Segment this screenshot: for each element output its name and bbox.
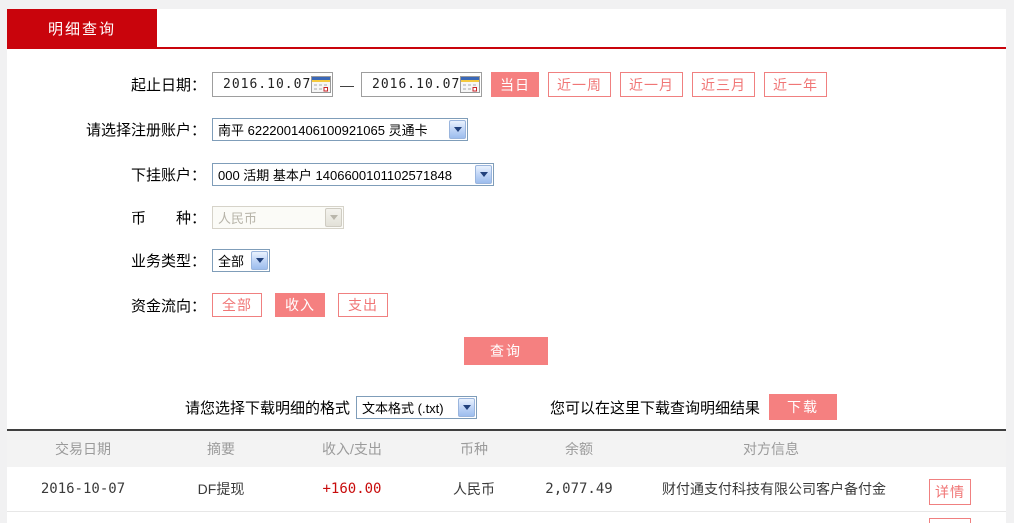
download-format-select[interactable]: 文本格式 (.txt) bbox=[356, 395, 478, 419]
detail-button[interactable]: 详情 bbox=[929, 479, 971, 505]
download-format-label: 请您选择下载明细的格式 bbox=[185, 399, 351, 417]
fund-flow-income-button[interactable]: 收入 bbox=[275, 293, 325, 317]
start-date-value: 2016.10.07 bbox=[223, 77, 312, 92]
download-format-value: 文本格式 (.txt) bbox=[362, 400, 444, 416]
start-date-input[interactable]: 2016.10.07 bbox=[212, 72, 333, 97]
cell-trade-date: 2016-10-07 bbox=[40, 481, 126, 497]
fund-flow-row: 资金流向： 全部 收入 支出 bbox=[7, 293, 401, 317]
date-range-label: 起止日期： bbox=[130, 77, 206, 94]
header-balance: 余额 bbox=[565, 441, 593, 457]
tab-label: 明细查询 bbox=[47, 20, 116, 38]
calendar-icon[interactable] bbox=[311, 76, 332, 93]
table-header: 交易日期 摘要 收入/支出 币种 余额 对方信息 bbox=[7, 431, 1006, 467]
sub-account-row: 下挂账户： 000 活期 基本户 1406600101102571848 bbox=[7, 163, 494, 186]
registered-account-label: 请选择注册账户： bbox=[85, 122, 206, 139]
cell-counterparty: 财付通支付科技有限公司客户备付金 bbox=[662, 481, 886, 497]
query-button[interactable]: 查询 bbox=[464, 337, 548, 365]
date-range-row: 起止日期： 2016.10.07 — 2016.10.07 当日 近一周 近一月… bbox=[7, 72, 827, 97]
tab-details-query[interactable]: 明细查询 bbox=[7, 9, 157, 47]
cell-summary: DF提现 bbox=[197, 481, 245, 497]
header-trade-date: 交易日期 bbox=[55, 441, 111, 457]
quick-range-3months-button[interactable]: 近三月 bbox=[692, 72, 755, 97]
content-card: 明细查询 起止日期： 2016.10.07 — 2016.10.07 当日 近一… bbox=[7, 9, 1006, 523]
chevron-down-icon bbox=[449, 120, 466, 139]
business-type-value: 全部 bbox=[218, 254, 245, 269]
fund-flow-expense-button[interactable]: 支出 bbox=[338, 293, 388, 317]
quick-range-week-button[interactable]: 近一周 bbox=[548, 72, 611, 97]
header-currency: 币种 bbox=[460, 441, 488, 457]
sub-account-label: 下挂账户： bbox=[130, 167, 206, 184]
end-date-value: 2016.10.07 bbox=[372, 77, 461, 92]
chevron-down-icon bbox=[325, 208, 342, 227]
fund-flow-label: 资金流向： bbox=[130, 297, 206, 315]
business-type-select[interactable]: 全部 bbox=[212, 249, 270, 272]
cell-currency: 人民币 bbox=[453, 481, 495, 497]
cell-amount: +160.00 bbox=[322, 481, 382, 497]
download-button[interactable]: 下载 bbox=[769, 394, 838, 420]
table-row: 2016-10-07 DF提现 +160.00 人民币 2,077.49 财付通… bbox=[7, 467, 1006, 512]
business-type-row: 业务类型： 全部 bbox=[7, 249, 270, 272]
chevron-down-icon bbox=[458, 397, 476, 417]
chevron-down-icon bbox=[475, 165, 492, 184]
header-summary: 摘要 bbox=[207, 441, 235, 457]
header-counterparty: 对方信息 bbox=[743, 441, 799, 457]
currency-value: 人民币 bbox=[218, 211, 258, 226]
fund-flow-all-button[interactable]: 全部 bbox=[212, 293, 262, 317]
currency-select: 人民币 bbox=[212, 206, 344, 229]
registered-account-select[interactable]: 南平 6222001406100921065 灵通卡 bbox=[212, 118, 468, 141]
registered-account-row: 请选择注册账户： 南平 6222001406100921065 灵通卡 bbox=[7, 118, 468, 141]
business-type-label: 业务类型： bbox=[130, 253, 206, 270]
quick-range-year-button[interactable]: 近一年 bbox=[764, 72, 827, 97]
chevron-down-icon bbox=[251, 251, 268, 270]
cell-balance: 2,077.49 bbox=[545, 481, 613, 497]
details-query-page: 明细查询 起止日期： 2016.10.07 — 2016.10.07 当日 近一… bbox=[0, 0, 1014, 523]
header-income-expense: 收入/支出 bbox=[322, 441, 382, 457]
detail-button-next-row-partial[interactable] bbox=[929, 518, 971, 523]
end-date-input[interactable]: 2016.10.07 bbox=[361, 72, 482, 97]
download-hint: 您可以在这里下载查询明细结果 bbox=[550, 399, 761, 417]
download-row: 请您选择下载明细的格式 文本格式 (.txt) 您可以在这里下载查询明细结果 下… bbox=[7, 394, 838, 420]
currency-row: 币 种： 人民币 bbox=[7, 206, 344, 229]
sub-account-select[interactable]: 000 活期 基本户 1406600101102571848 bbox=[212, 163, 494, 186]
sub-account-value: 000 活期 基本户 1406600101102571848 bbox=[218, 168, 452, 183]
quick-range-today-button[interactable]: 当日 bbox=[491, 72, 539, 97]
date-range-separator: — bbox=[340, 76, 354, 93]
tab-underline bbox=[7, 47, 1006, 49]
currency-label: 币 种： bbox=[130, 210, 206, 227]
calendar-icon[interactable] bbox=[460, 76, 481, 93]
registered-account-value: 南平 6222001406100921065 灵通卡 bbox=[218, 123, 428, 138]
quick-range-month-button[interactable]: 近一月 bbox=[620, 72, 683, 97]
